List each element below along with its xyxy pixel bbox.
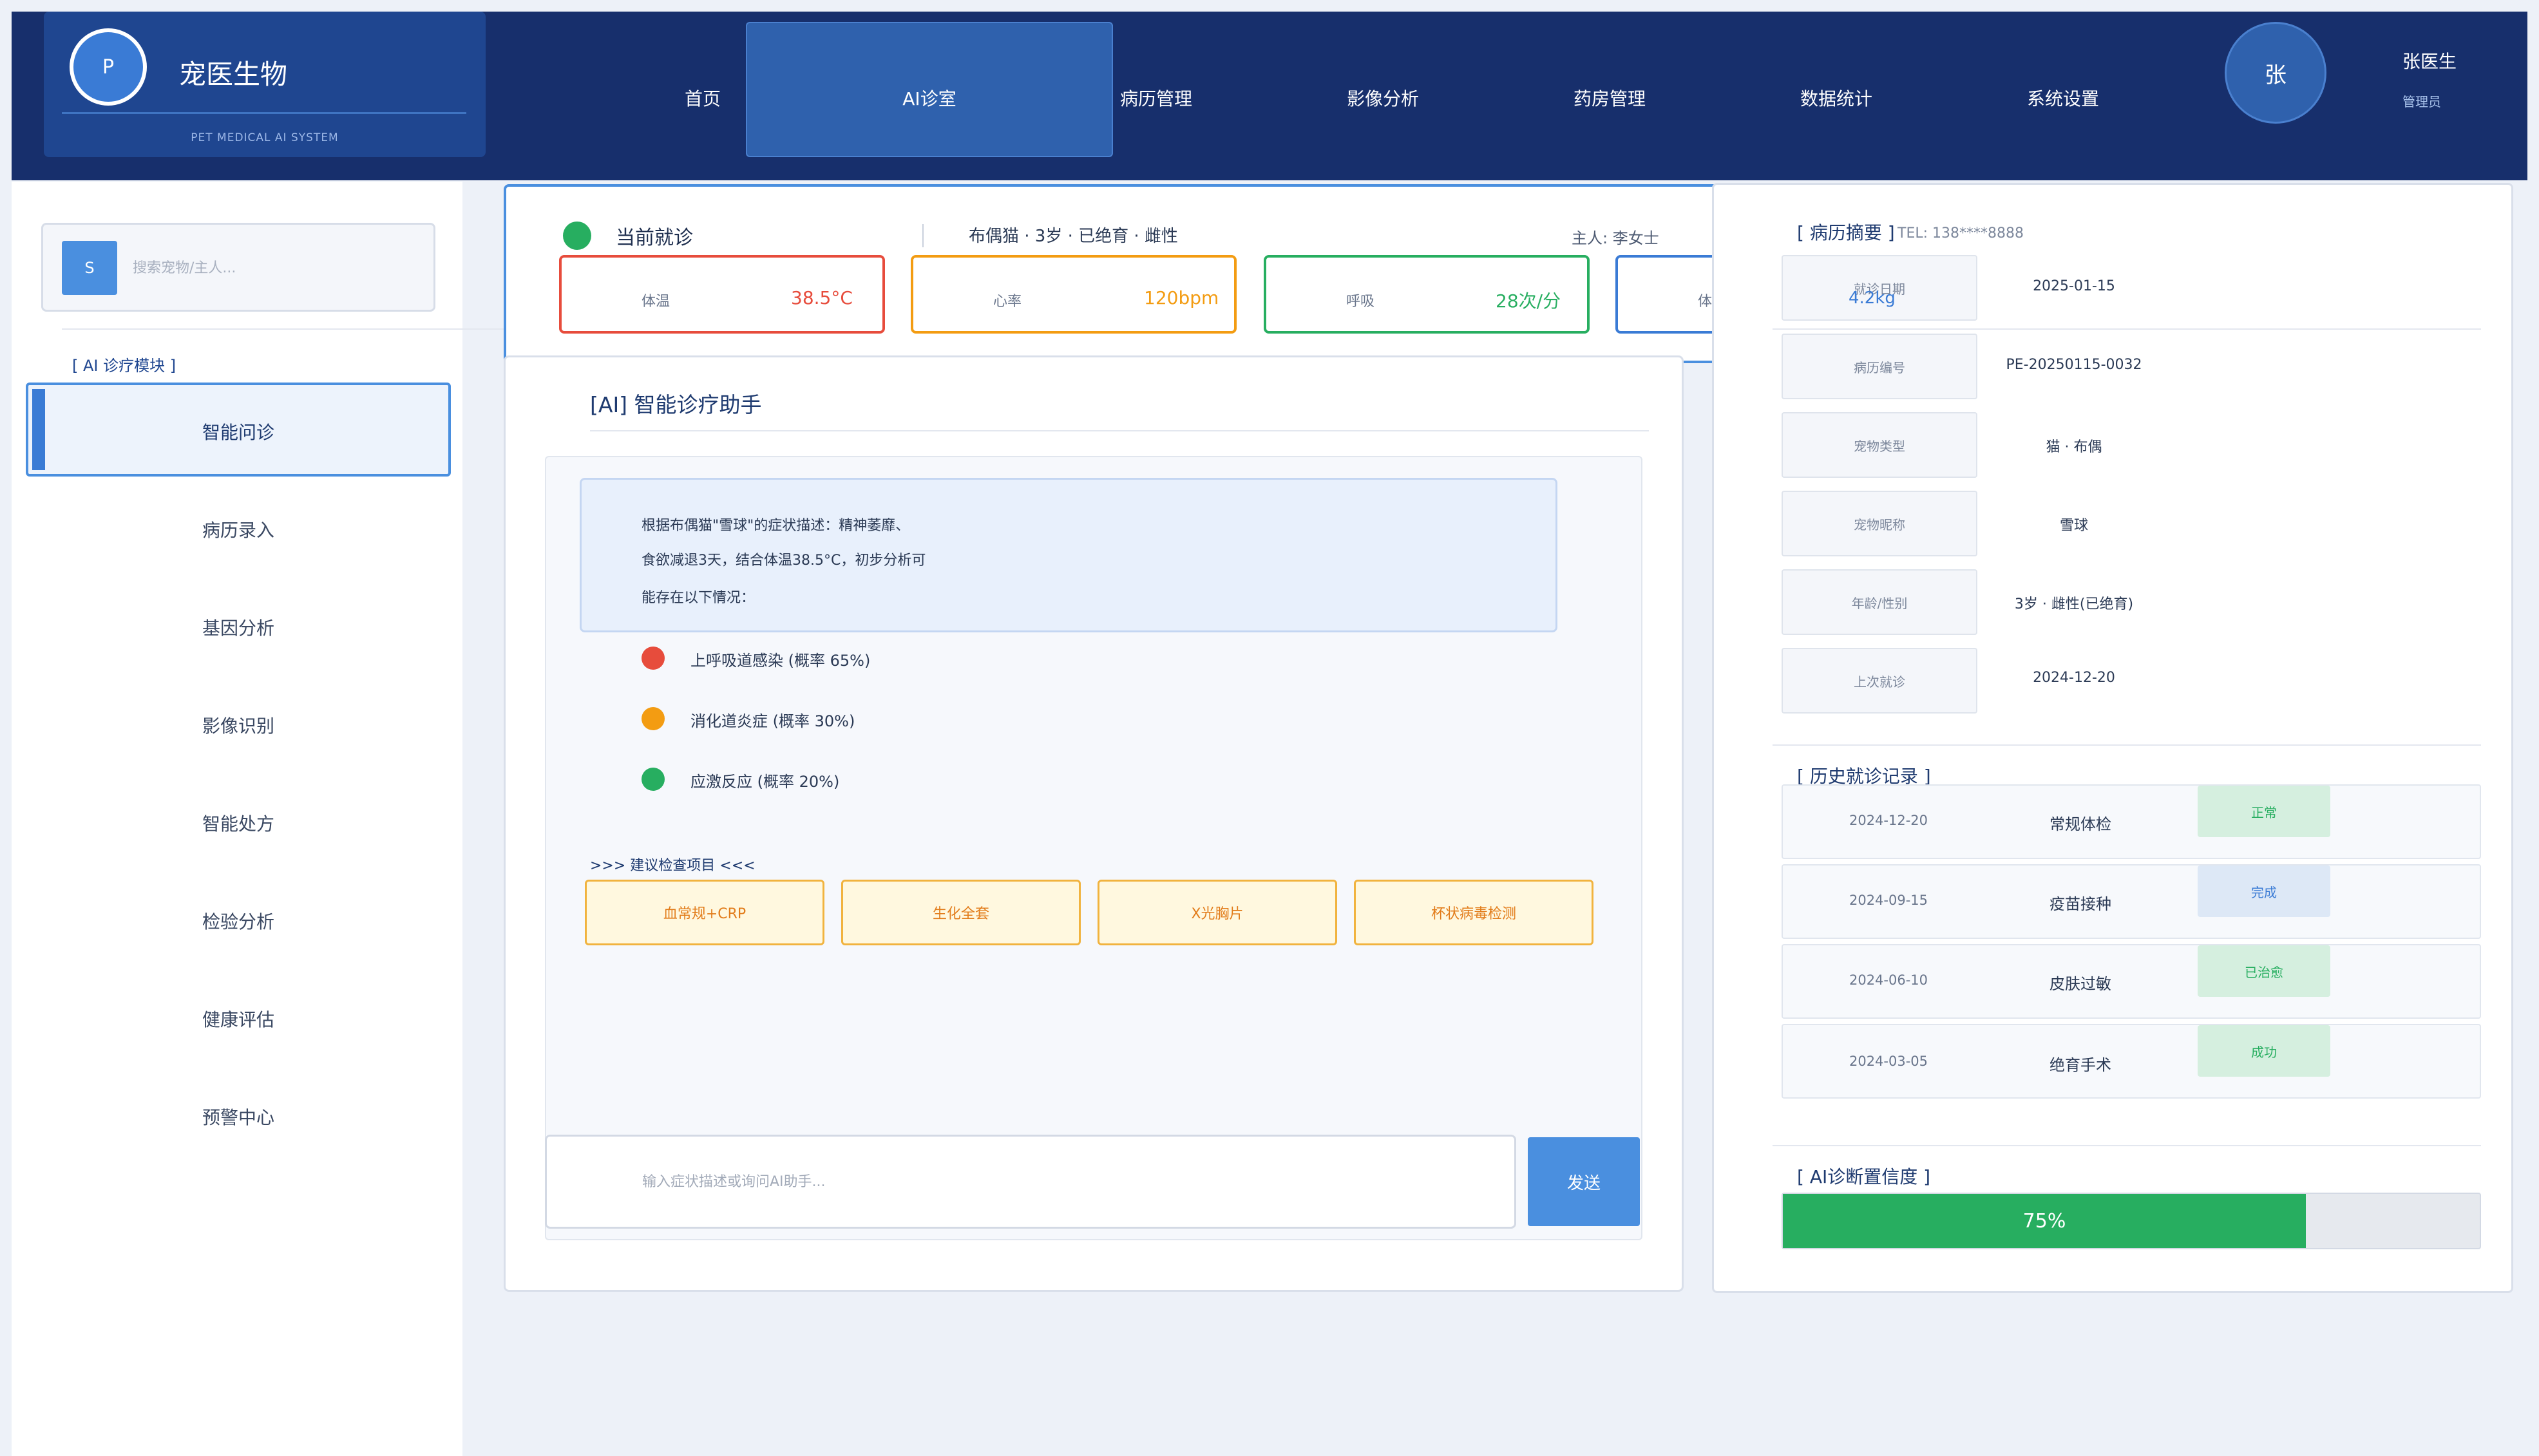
sidebar-item-lab[interactable]: 检验分析 <box>26 896 451 945</box>
orange-dot-icon <box>642 707 665 730</box>
brand-logo-icon: P <box>70 28 147 106</box>
history-date: 2024-12-20 <box>1849 813 1928 828</box>
search-icon[interactable]: S <box>62 241 117 295</box>
diagnosis-item: 应激反应 (概率 20%) <box>690 773 840 791</box>
red-dot-icon <box>642 647 665 670</box>
search-input[interactable] <box>133 250 416 286</box>
user-role: 管理员 <box>2402 94 2441 109</box>
record-label: 年龄/性别 <box>1782 569 1977 635</box>
owner-name: 主人: 李女士 <box>1572 229 1659 247</box>
chat-divider <box>590 430 1649 431</box>
status-badge: 成功 <box>2198 1025 2330 1077</box>
send-button[interactable]: 发送 <box>1528 1137 1640 1226</box>
record-value: PE-20250115-0032 <box>2006 357 2142 373</box>
diagnosis-item: 消化道炎症 (概率 30%) <box>690 712 855 730</box>
test-tag-calicivirus[interactable]: 杯状病毒检测 <box>1354 880 1593 945</box>
status-dot-icon <box>563 222 591 250</box>
brand-name: 宠医生物 <box>179 59 288 90</box>
sidebar-item-image-recognition[interactable]: 影像识别 <box>26 701 451 750</box>
user-avatar[interactable]: 张 <box>2225 22 2326 124</box>
pet-info: 布偶猫 · 3岁 · 已绝育 · 雌性 <box>969 227 1178 246</box>
confidence-bar: 75% <box>1783 1194 2306 1248</box>
sidebar-item-consult[interactable]: 智能问诊 <box>26 407 451 456</box>
brand-divider <box>62 112 466 114</box>
history-date: 2024-06-10 <box>1849 972 1928 988</box>
nav-settings[interactable]: 系统设置 <box>1950 80 2176 118</box>
brand-subtitle: PET MEDICAL AI SYSTEM <box>191 131 339 144</box>
record-label: 病历编号 <box>1782 334 1977 399</box>
record-value: 3岁 · 雌性(已绝育) <box>2014 596 2134 612</box>
confidence-divider <box>1773 1145 2481 1146</box>
sidebar-item-prescription[interactable]: 智能处方 <box>26 799 451 847</box>
vital-value: 28次/分 <box>1496 290 1561 312</box>
diagnosis-item: 上呼吸道感染 (概率 65%) <box>690 652 871 670</box>
sidebar-item-gene[interactable]: 基因分析 <box>26 603 451 652</box>
status-badge: 完成 <box>2198 865 2330 917</box>
vital-value: 38.5°C <box>791 287 853 308</box>
record-value: 2024-12-20 <box>2033 670 2115 686</box>
test-tag-blood[interactable]: 血常规+CRP <box>585 880 824 945</box>
history-item: 疫苗接种 <box>2049 895 2111 913</box>
history-date: 2024-03-05 <box>1849 1054 1928 1069</box>
vital-value: 120bpm <box>1144 287 1219 308</box>
module-title: [ AI 诊疗模块 ] <box>72 357 176 375</box>
record-label: 上次就诊 <box>1782 648 1977 714</box>
history-item: 绝育手术 <box>2049 1056 2111 1074</box>
record-summary-title: [ 病历摘要 ] <box>1797 222 1895 243</box>
history-item: 常规体检 <box>2049 815 2111 833</box>
status-badge: 正常 <box>2198 786 2330 837</box>
test-tag-biochem[interactable]: 生化全套 <box>841 880 1081 945</box>
green-dot-icon <box>642 768 665 791</box>
history-date: 2024-09-15 <box>1849 893 1928 908</box>
record-label: 宠物类型 <box>1782 412 1977 478</box>
nav-ai-clinic[interactable]: AI诊室 <box>817 80 1042 118</box>
nav-pharmacy[interactable]: 药房管理 <box>1497 80 1722 118</box>
record-value: 猫 · 布偶 <box>2046 439 2102 455</box>
nav-statistics[interactable]: 数据统计 <box>1724 80 1949 118</box>
status-badge: 已治愈 <box>2198 945 2330 997</box>
owner-tel: TEL: 138****8888 <box>1897 225 2024 241</box>
vital-label: 呼吸 <box>1346 294 1375 310</box>
chat-input[interactable] <box>545 1135 1516 1229</box>
record-label: 就诊日期 <box>1782 255 1977 321</box>
user-name: 张医生 <box>2402 51 2457 72</box>
suggested-tests-title: >>> 建议检查项目 <<< <box>590 858 756 874</box>
ai-assistant-title: [AI] 智能诊疗助手 <box>590 392 762 417</box>
confidence-title: [ AI诊断置信度 ] <box>1797 1166 1931 1187</box>
vital-label: 体温 <box>642 294 670 310</box>
ai-message-line: 食欲减退3天，结合体温38.5°C，初步分析可 <box>642 553 926 569</box>
sidebar-item-alert[interactable]: 预警中心 <box>26 1092 451 1141</box>
sidebar-item-record-entry[interactable]: 病历录入 <box>26 505 451 554</box>
record-value: 雪球 <box>2059 518 2088 534</box>
ai-message-line: 根据布偶猫"雪球"的症状描述：精神萎靡、 <box>642 518 910 534</box>
record-divider <box>1773 328 2481 330</box>
weight-value: 4.2kg <box>1849 288 1896 308</box>
nav-records[interactable]: 病历管理 <box>1043 80 1269 118</box>
ai-message-line: 能存在以下情况： <box>642 590 756 606</box>
history-divider <box>1773 744 2481 746</box>
record-value: 2025-01-15 <box>2033 278 2115 294</box>
current-visit-label: 当前就诊 <box>616 227 693 249</box>
strip-separator <box>922 224 924 247</box>
test-tag-xray[interactable]: X光胸片 <box>1098 880 1337 945</box>
app-root: P 宠医生物 PET MEDICAL AI SYSTEM 首页 AI诊室 病历管… <box>0 0 2539 1456</box>
history-item: 皮肤过敏 <box>2049 975 2111 993</box>
record-label: 宠物昵称 <box>1782 491 1977 556</box>
nav-imaging[interactable]: 影像分析 <box>1270 80 1496 118</box>
vital-label: 心率 <box>993 294 1022 310</box>
sidebar-item-health[interactable]: 健康评估 <box>26 994 451 1043</box>
nav-home[interactable]: 首页 <box>590 80 815 118</box>
